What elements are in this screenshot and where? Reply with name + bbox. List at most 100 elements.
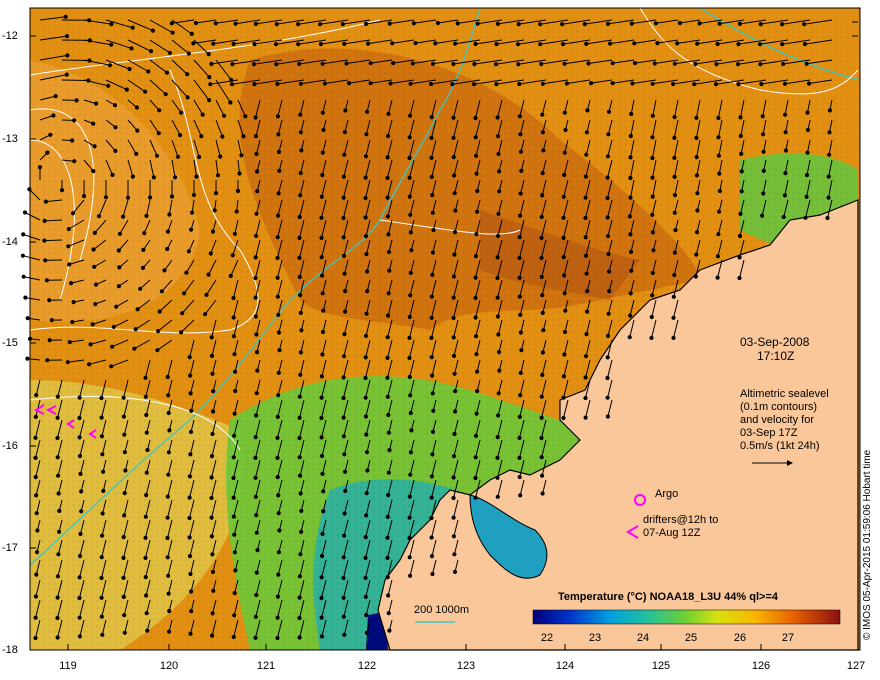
velocity-arrow-head — [737, 21, 743, 26]
velocity-arrow-head — [297, 595, 302, 600]
velocity-arrow-head — [516, 22, 521, 27]
colorbar-tick: 23 — [588, 632, 602, 644]
velocity-arrow-head — [141, 247, 146, 252]
velocity-arrow-head — [408, 230, 413, 235]
velocity-arrow-head — [179, 330, 184, 335]
velocity-arrow-head — [387, 21, 392, 26]
velocity-arrow-head — [45, 150, 50, 155]
velocity-arrow-head — [71, 300, 76, 305]
velocity-arrow-head — [56, 491, 61, 496]
velocity-arrow-head — [276, 550, 281, 555]
velocity-arrow-head — [159, 289, 164, 294]
velocity-arrow-head — [166, 591, 171, 596]
velocity-arrow-head — [207, 75, 212, 80]
velocity-arrow-head — [297, 615, 302, 621]
velocity-arrow-head — [231, 455, 236, 460]
velocity-arrow-head — [320, 329, 326, 335]
velocity-arrow-head — [429, 495, 434, 500]
velocity-arrow-head — [77, 435, 82, 440]
velocity-arrow-head — [165, 229, 170, 234]
velocity-arrow-head — [230, 253, 235, 258]
velocity-arrow-head — [495, 295, 500, 300]
velocity-arrow-head — [112, 103, 118, 108]
velocity-arrow-head — [342, 511, 347, 516]
velocity-arrow — [44, 239, 63, 242]
velocity-arrow-head — [254, 592, 259, 598]
velocity-arrow-head — [143, 535, 148, 540]
velocity-arrow-head — [717, 188, 722, 194]
velocity-arrow-head — [156, 131, 161, 136]
velocity-arrow-head — [231, 334, 236, 339]
velocity-arrow-head — [628, 195, 633, 200]
velocity-arrow-head — [540, 372, 545, 377]
velocity-arrow-head — [560, 22, 565, 27]
velocity-arrow-head — [121, 594, 126, 600]
velocity-arrow-head — [165, 535, 170, 541]
velocity-arrow-head — [173, 175, 178, 180]
velocity-arrow-head — [146, 69, 151, 74]
velocity-arrow-head — [187, 535, 192, 540]
velocity-arrow-head — [387, 448, 392, 453]
velocity-arrow-head — [65, 360, 70, 365]
velocity-arrow-head — [628, 133, 633, 139]
velocity-arrow-head — [649, 335, 654, 340]
velocity-arrow-head — [802, 22, 807, 27]
drifters-label: 07-Aug 12Z — [643, 527, 701, 539]
velocity-arrow-head — [605, 154, 611, 159]
velocity-arrow-head — [538, 42, 543, 47]
velocity-arrow-head — [275, 635, 280, 641]
velocity-arrow-head — [298, 293, 303, 298]
velocity-arrow-head — [782, 193, 788, 198]
velocity-arrow-head — [133, 327, 138, 332]
velocity-arrow-head — [148, 49, 154, 54]
velocity-arrow-head — [69, 281, 74, 286]
velocity-arrow-head — [694, 230, 700, 235]
velocity-arrow-head — [143, 375, 148, 380]
velocity-arrow-head — [277, 168, 282, 173]
velocity-arrow-head — [65, 53, 70, 58]
velocity-arrow-head — [276, 149, 282, 154]
velocity-arrow-head — [341, 253, 347, 258]
velocity-arrow-head — [494, 82, 499, 87]
velocity-arrow-head — [209, 475, 214, 480]
velocity-arrow-head — [117, 265, 122, 270]
velocity-arrow-head — [610, 61, 615, 66]
velocity-arrow-head — [341, 575, 346, 581]
velocity-arrow-head — [320, 61, 325, 66]
velocity-arrow-head — [145, 447, 150, 453]
velocity-arrow-head — [693, 274, 699, 279]
velocity-arrow-head — [561, 235, 566, 240]
velocity-arrow-head — [650, 270, 655, 276]
velocity-arrow-head — [805, 150, 810, 155]
lat-tick: -15 — [2, 337, 18, 349]
velocity-arrow-head — [584, 271, 589, 276]
velocity-arrow-head — [561, 194, 566, 199]
velocity-arrow-head — [122, 491, 127, 496]
velocity-arrow-head — [342, 41, 347, 47]
velocity-arrow-head — [736, 42, 741, 47]
velocity-arrow-head — [117, 231, 123, 236]
velocity-arrow-head — [188, 391, 193, 396]
velocity-arrow-head — [825, 215, 830, 221]
velocity-arrow-head — [99, 395, 104, 401]
velocity-arrow-head — [364, 630, 369, 635]
velocity-arrow-head — [430, 61, 435, 66]
velocity-arrow-head — [652, 61, 657, 66]
velocity-arrow-head — [188, 429, 194, 434]
velocity-arrow-head — [780, 22, 785, 27]
velocity-arrow-head — [739, 151, 744, 156]
velocity-arrow-head — [453, 208, 458, 213]
velocity-arrow-head — [697, 21, 702, 26]
velocity-arrow-head — [55, 635, 60, 640]
velocity-arrow-head — [142, 231, 147, 236]
velocity-arrow-head — [758, 62, 763, 67]
velocity-arrow-head — [385, 335, 390, 340]
velocity-arrow-head — [518, 213, 523, 218]
velocity-arrow-head — [451, 353, 457, 358]
velocity-arrow-head — [386, 313, 391, 318]
velocity-arrow-head — [517, 275, 522, 280]
velocity-arrow-head — [277, 528, 282, 533]
velocity-arrow-head — [540, 350, 546, 355]
velocity-arrow-head — [209, 534, 214, 539]
velocity-arrow-head — [320, 352, 325, 357]
